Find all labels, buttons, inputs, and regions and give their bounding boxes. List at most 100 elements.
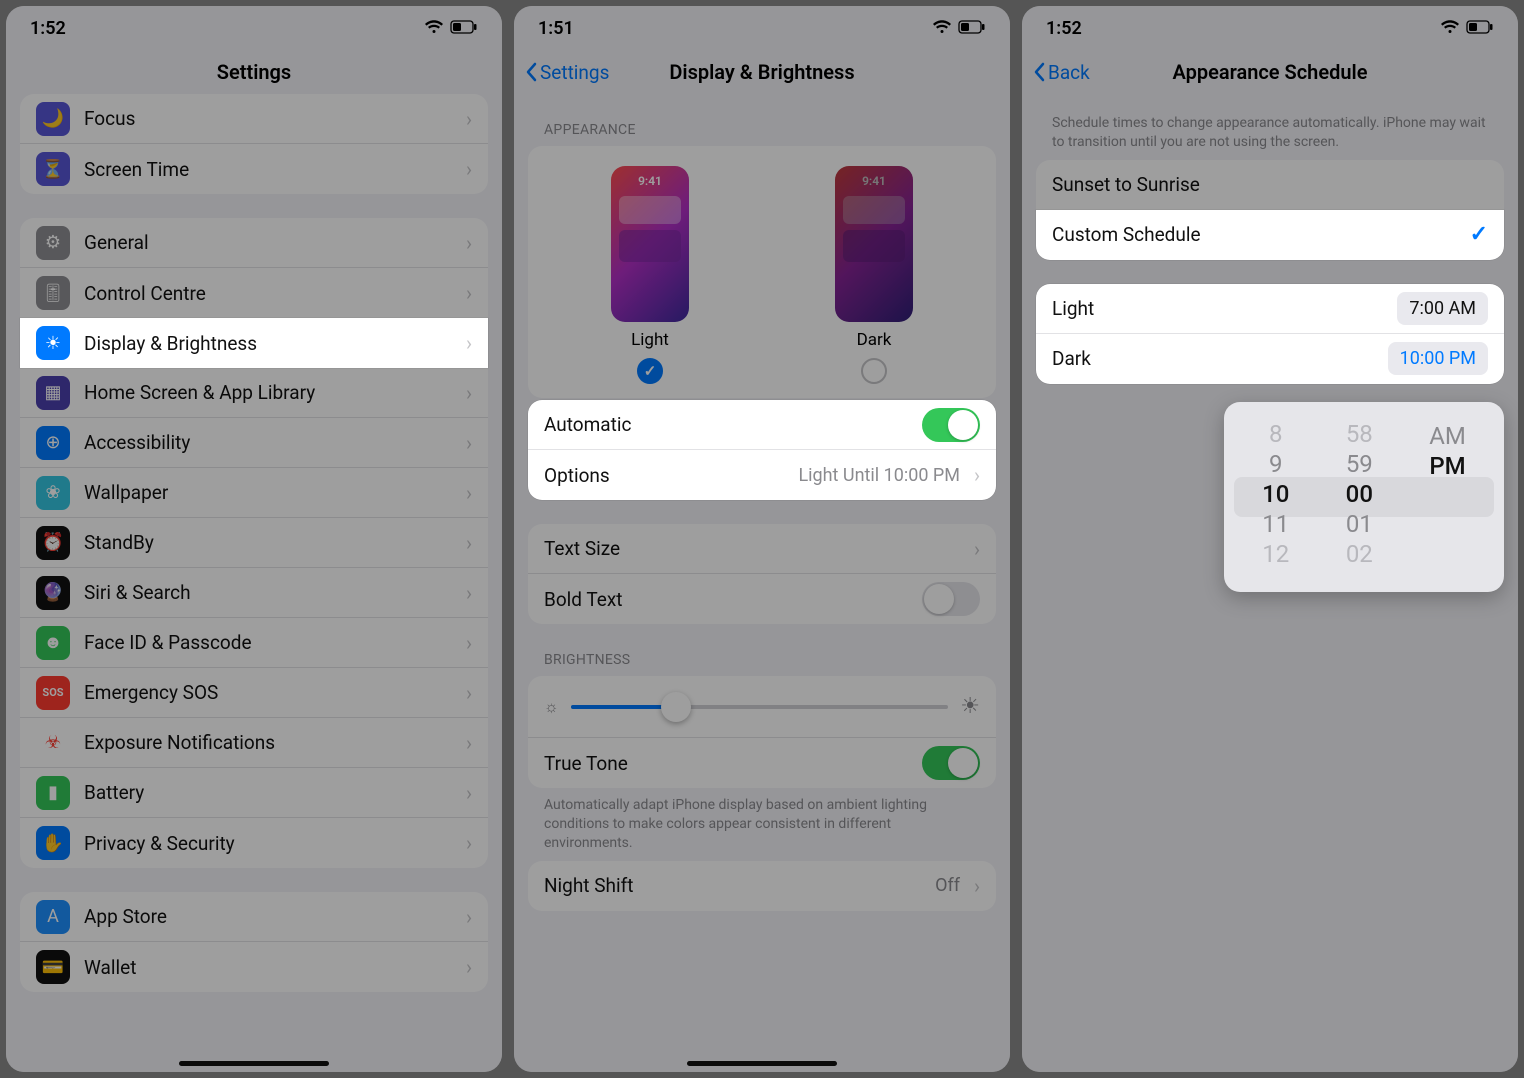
settings-row-focus[interactable]: 🌙Focus› [20,94,488,144]
picker-value[interactable]: 58 [1346,420,1373,448]
chevron-right-icon: › [974,463,980,487]
setting-icon: ▮ [36,776,70,810]
light-label: Light [631,330,669,350]
chevron-right-icon: › [466,157,472,181]
automatic-toggle[interactable] [922,408,980,442]
brightness-slider[interactable] [571,705,949,709]
schedule-content[interactable]: Schedule times to change appearance auto… [1022,94,1518,1072]
picker-value[interactable]: 12 [1262,540,1289,568]
chevron-right-icon: › [974,874,980,898]
true-tone-toggle[interactable] [922,746,980,780]
chevron-right-icon: › [466,955,472,979]
settings-row-exposure-notifications[interactable]: ☣︎Exposure Notifications› [20,718,488,768]
settings-row-display-brightness[interactable]: ☀︎Display & Brightness› [20,318,488,368]
schedule-times-group: Light 7:00 AM Dark 10:00 PM [1036,284,1504,384]
appearance-option-dark[interactable]: 9:41 Dark [835,166,913,384]
light-time-chip[interactable]: 7:00 AM [1397,292,1488,325]
section-header-appearance: APPEARANCE [528,94,996,146]
status-icons [424,18,478,39]
picker-value[interactable]: AM [1429,422,1466,450]
setting-label: Screen Time [84,158,452,181]
options-row[interactable]: Options Light Until 10:00 PM › [528,450,996,500]
screenshot-settings: 1:52 Settings 🌙Focus›⏳Screen Time› ⚙︎Gen… [6,6,502,1072]
picker-value[interactable]: 10 [1262,480,1289,508]
settings-row-accessibility[interactable]: ⊕Accessibility› [20,418,488,468]
settings-row-siri-search[interactable]: 🔮Siri & Search› [20,568,488,618]
radio-checked-icon[interactable] [637,358,663,384]
sun-large-icon: ☀︎ [960,694,980,719]
status-bar: 1:52 [1022,6,1518,50]
picker-hours[interactable]: 89101112 [1262,420,1289,568]
setting-icon: ✋ [36,826,70,860]
picker-value[interactable]: 9 [1269,450,1283,478]
dark-label: Dark [1052,347,1374,370]
settings-row-screen-time[interactable]: ⏳Screen Time› [20,144,488,194]
picker-value[interactable]: 59 [1346,450,1373,478]
settings-row-home-screen-app-library[interactable]: ▦Home Screen & App Library› [20,368,488,418]
settings-list[interactable]: 🌙Focus›⏳Screen Time› ⚙︎General›🎚︎Control… [6,94,502,1072]
settings-row-face-id-passcode[interactable]: ☻Face ID & Passcode› [20,618,488,668]
dark-preview-icon: 9:41 [835,166,913,322]
dark-label: Dark [857,330,892,350]
setting-label: Emergency SOS [84,681,452,704]
setting-label: Home Screen & App Library [84,381,452,404]
settings-row-app-store[interactable]: AApp Store› [20,892,488,942]
time-picker[interactable]: 89101112 5859000102 AMPM [1224,402,1504,592]
picker-value[interactable]: 00 [1346,480,1373,508]
bold-text-row[interactable]: Bold Text [528,574,996,624]
text-size-row[interactable]: Text Size › [528,524,996,574]
appearance-option-light[interactable]: 9:41 Light [611,166,689,384]
setting-label: Siri & Search [84,581,452,604]
settings-row-battery[interactable]: ▮Battery› [20,768,488,818]
bold-text-toggle[interactable] [922,582,980,616]
custom-schedule-row[interactable]: Custom Schedule ✓ [1036,210,1504,260]
chevron-right-icon: › [466,331,472,355]
dark-time-row[interactable]: Dark 10:00 PM [1036,334,1504,384]
settings-row-wallet[interactable]: 💳 Wallet › [20,942,488,992]
picker-value[interactable]: 8 [1269,420,1283,448]
brightness-group: ☼ ☀︎ True Tone [528,676,996,788]
chevron-right-icon: › [466,281,472,305]
settings-row-emergency-sos[interactable]: SOSEmergency SOS› [20,668,488,718]
status-icons [1440,18,1494,39]
picker-minutes[interactable]: 5859000102 [1346,420,1373,568]
sunset-to-sunrise-row[interactable]: Sunset to Sunrise [1036,160,1504,210]
light-time-row[interactable]: Light 7:00 AM [1036,284,1504,334]
setting-icon: ⊕ [36,426,70,460]
settings-row-control-centre[interactable]: 🎚︎Control Centre› [20,268,488,318]
picker-value[interactable]: 02 [1346,540,1373,568]
picker-value[interactable]: PM [1429,452,1465,480]
picker-value[interactable]: 11 [1262,510,1289,538]
radio-unchecked-icon[interactable] [861,358,887,384]
brightness-slider-row[interactable]: ☼ ☀︎ [528,676,996,738]
picker-value[interactable]: 01 [1346,510,1373,538]
display-content[interactable]: APPEARANCE 9:41 Light 9:41 Dark [514,94,1010,1072]
settings-group: 🌙Focus›⏳Screen Time› [20,94,488,194]
wifi-icon [1440,18,1460,39]
settings-row-privacy-security[interactable]: ✋Privacy & Security› [20,818,488,868]
chevron-right-icon: › [974,537,980,561]
custom-schedule-label: Custom Schedule [1052,223,1456,246]
night-shift-row[interactable]: Night Shift Off › [528,861,996,911]
back-button[interactable]: Settings [524,61,609,84]
chevron-right-icon: › [466,431,472,455]
settings-row-wallpaper[interactable]: ❀Wallpaper› [20,468,488,518]
picker-ampm[interactable]: AMPM [1429,420,1466,568]
status-time: 1:52 [1046,18,1082,39]
appearance-group: 9:41 Light 9:41 Dark [528,146,996,398]
setting-label: Wallet [84,956,452,979]
settings-group: AApp Store› 💳 Wallet › [20,892,488,992]
back-button[interactable]: Back [1032,61,1090,84]
dark-time-chip[interactable]: 10:00 PM [1388,342,1488,375]
home-indicator [179,1061,329,1066]
light-preview-icon: 9:41 [611,166,689,322]
setting-icon: 💳 [36,950,70,984]
chevron-right-icon: › [466,231,472,255]
settings-row-standby[interactable]: ⏰StandBy› [20,518,488,568]
setting-icon: SOS [36,676,70,710]
automatic-row[interactable]: Automatic [528,400,996,450]
true-tone-row[interactable]: True Tone [528,738,996,788]
battery-icon [1466,18,1494,39]
setting-icon: ☣︎ [36,726,70,760]
settings-row-general[interactable]: ⚙︎General› [20,218,488,268]
